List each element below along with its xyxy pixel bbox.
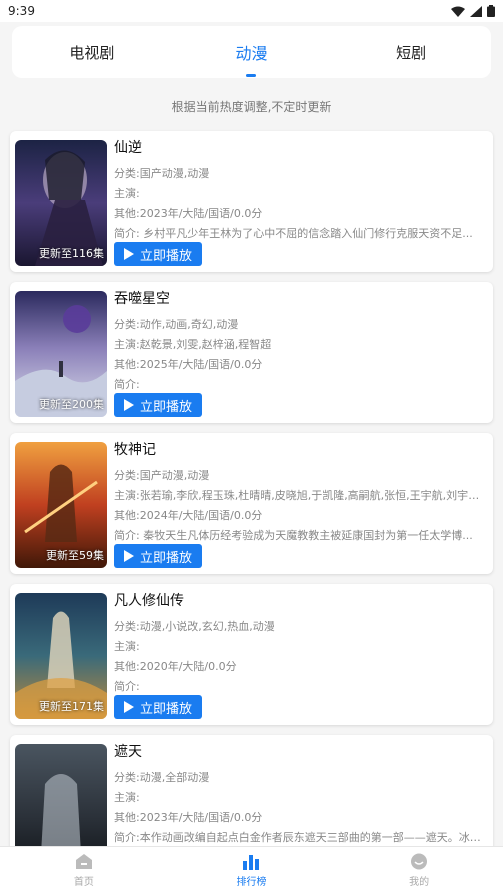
play-now-button[interactable]: 立即播放 [114, 393, 202, 417]
item-info: 牧神记 分类:国产动漫,动漫 主演:张若瑜,李欣,程玉珠,杜晴晴,皮晓旭,于凯隆… [114, 440, 487, 546]
item-category: 分类:国产动漫,动漫 [114, 167, 210, 180]
list-subtitle: 根据当前热度调整,不定时更新 [171, 100, 332, 114]
tab-short-drama[interactable]: 短剧 [341, 42, 481, 63]
item-summary: 简介: [114, 378, 140, 391]
item-cast: 主演: [114, 640, 140, 653]
list-item[interactable]: 更新至171集 凡人修仙传 分类:动漫,小说改,玄幻,热血,动漫 主演: 其他:… [10, 584, 493, 725]
battery-icon [487, 5, 495, 17]
episode-badge: 更新至171集 [39, 700, 104, 713]
item-category: 分类:动漫,小说改,玄幻,热血,动漫 [114, 620, 275, 633]
nav-ranking[interactable]: 排行榜 [191, 853, 311, 888]
play-now-button[interactable]: 立即播放 [114, 242, 202, 266]
category-tabs: 电视剧 动漫 短剧 [12, 26, 491, 78]
signal-icon [470, 5, 482, 17]
nav-profile[interactable]: 我的 [359, 853, 479, 888]
item-summary: 简介:本作动画改编自起点白金作者辰东遮天三部曲的第一部——遮天。冰冷... [114, 831, 487, 844]
ranking-icon [243, 855, 260, 870]
play-now-button[interactable]: 立即播放 [114, 695, 202, 719]
episode-badge: 更新至200集 [39, 398, 104, 411]
nav-home[interactable]: 首页 [24, 853, 144, 888]
list-item[interactable]: 更新至59集 牧神记 分类:国产动漫,动漫 主演:张若瑜,李欣,程玉珠,杜晴晴,… [10, 433, 493, 574]
ranking-list: 更新至116集 仙逆 分类:国产动漫,动漫 主演: 其他:2023年/大陆/国语… [10, 131, 493, 886]
poster-image[interactable]: 更新至200集 [15, 291, 107, 417]
tab-label: 电视剧 [69, 43, 115, 62]
item-other: 其他:2025年/大陆/国语/0.0分 [114, 358, 263, 371]
tab-label: 短剧 [396, 43, 427, 62]
item-summary: 简介: [114, 680, 140, 693]
item-info: 仙逆 分类:国产动漫,动漫 主演: 其他:2023年/大陆/国语/0.0分 简介… [114, 138, 487, 244]
list-item[interactable]: 更新至200集 吞噬星空 分类:动作,动画,奇幻,动漫 主演:赵乾景,刘雯,赵梓… [10, 282, 493, 423]
nav-label: 首页 [73, 877, 94, 888]
status-bar: 9:39 [0, 0, 503, 22]
item-other: 其他:2023年/大陆/国语/0.0分 [114, 811, 263, 824]
play-button-label: 立即播放 [139, 399, 192, 415]
item-cast: 主演:张若瑜,李欣,程玉珠,杜晴晴,皮晓旭,于凯隆,高嗣航,张恒,王宇航,刘宇轩… [114, 489, 487, 502]
item-category: 分类:国产动漫,动漫 [114, 469, 210, 482]
status-icons [451, 5, 495, 17]
play-button-label: 立即播放 [139, 248, 192, 264]
item-info: 吞噬星空 分类:动作,动画,奇幻,动漫 主演:赵乾景,刘雯,赵梓涵,程智超 其他… [114, 289, 487, 395]
item-cast: 主演: [114, 791, 140, 804]
item-other: 其他:2020年/大陆/0.0分 [114, 660, 237, 673]
item-summary: 简介: 乡村平凡少年王林为了心中不屈的信念踏入仙门修行克服天资不足... [114, 227, 473, 240]
wifi-icon [451, 6, 465, 17]
item-info: 凡人修仙传 分类:动漫,小说改,玄幻,热血,动漫 主演: 其他:2020年/大陆… [114, 591, 487, 697]
item-cast: 主演: [114, 187, 140, 200]
episode-badge: 更新至59集 [46, 549, 104, 562]
item-info: 遮天 分类:动漫,全部动漫 主演: 其他:2023年/大陆/国语/0.0分 简介… [114, 742, 487, 848]
item-title[interactable]: 仙逆 [114, 138, 487, 158]
item-title[interactable]: 凡人修仙传 [114, 591, 487, 611]
play-icon [123, 399, 134, 411]
nav-label: 我的 [409, 877, 430, 888]
item-title[interactable]: 吞噬星空 [114, 289, 487, 309]
item-summary: 简介: 秦牧天生凡体历经考验成为天魔教教主被延康国封为第一任太学博... [114, 529, 473, 542]
tab-tv-series[interactable]: 电视剧 [22, 42, 162, 63]
poster-image[interactable]: 更新至171集 [15, 593, 107, 719]
bottom-nav: 首页 排行榜 我的 [0, 846, 503, 894]
poster-image[interactable]: 更新至116集 [15, 140, 107, 266]
profile-icon [411, 853, 428, 870]
play-icon [123, 550, 134, 562]
item-other: 其他:2023年/大陆/国语/0.0分 [114, 207, 263, 220]
item-other: 其他:2024年/大陆/国语/0.0分 [114, 509, 263, 522]
play-button-label: 立即播放 [139, 550, 192, 566]
item-category: 分类:动作,动画,奇幻,动漫 [114, 318, 239, 331]
status-time: 9:39 [8, 4, 35, 18]
play-icon [123, 248, 134, 260]
item-title[interactable]: 牧神记 [114, 440, 487, 460]
nav-label: 排行榜 [236, 877, 267, 888]
item-category: 分类:动漫,全部动漫 [114, 771, 210, 784]
play-icon [123, 701, 134, 713]
item-cast: 主演:赵乾景,刘雯,赵梓涵,程智超 [114, 338, 272, 351]
tabs-bar: 电视剧 动漫 短剧 [0, 22, 503, 86]
tab-label: 动漫 [235, 44, 268, 63]
play-button-label: 立即播放 [139, 701, 192, 717]
home-icon [75, 854, 92, 869]
active-tab-indicator [246, 74, 257, 77]
poster-image[interactable]: 更新至59集 [15, 442, 107, 568]
play-now-button[interactable]: 立即播放 [114, 544, 202, 568]
list-item[interactable]: 更新至116集 仙逆 分类:国产动漫,动漫 主演: 其他:2023年/大陆/国语… [10, 131, 493, 272]
episode-badge: 更新至116集 [39, 247, 104, 260]
tab-anime[interactable]: 动漫 [181, 40, 321, 77]
item-title[interactable]: 遮天 [114, 742, 487, 762]
